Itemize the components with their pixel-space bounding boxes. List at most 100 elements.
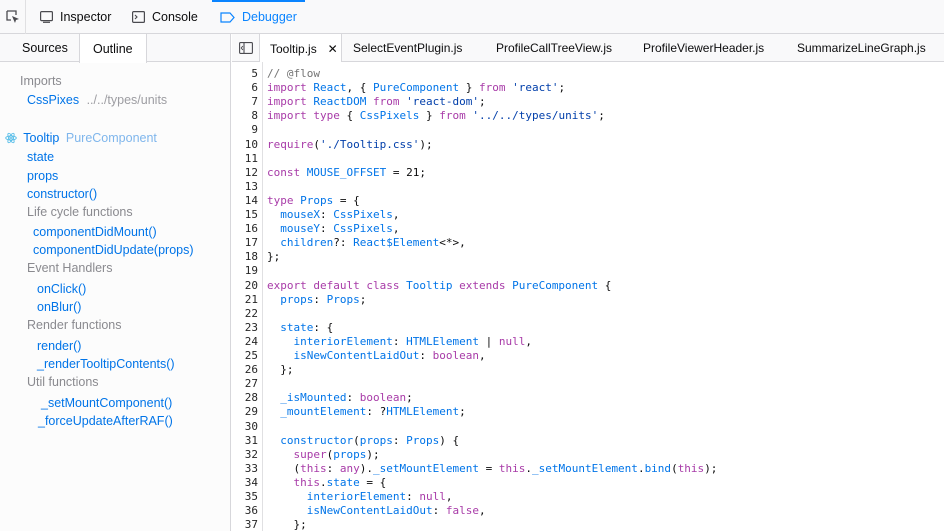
element-picker-button[interactable] (0, 0, 26, 34)
line-number[interactable]: 14 (230, 194, 258, 207)
sources-sidebar: Sources Outline Imports CssPixes ../../t… (0, 34, 231, 531)
line-number-gutter[interactable]: 5 6 7 8 9 10 11 12 13 14 15 16 17 18 19 20 21 22 23 24 25 26 2… (232, 62, 263, 531)
toggle-sidebar-button[interactable] (232, 34, 259, 62)
line-number[interactable]: 13 (230, 180, 258, 193)
code-line: constructor(props: Props) { (280, 433, 460, 447)
code-line: super(props); (293, 447, 380, 461)
close-icon[interactable]: ✕ (325, 41, 341, 57)
line-number[interactable]: 23 (230, 321, 258, 334)
line-number[interactable]: 37 (230, 518, 258, 531)
code-line: interiorElement: HTMLElement | null, (293, 334, 532, 348)
code-editor[interactable]: 5 6 7 8 9 10 11 12 13 14 15 16 17 18 19 20 21 22 23 24 25 26 2… (232, 62, 944, 531)
line-number[interactable]: 18 (230, 250, 258, 263)
line-number[interactable]: 25 (230, 349, 258, 362)
line-number[interactable]: 6 (230, 81, 258, 94)
react-icon (5, 132, 17, 147)
code-line: children?: React$Element<*>, (280, 236, 466, 250)
tab-outline[interactable]: Outline (79, 34, 147, 63)
code-line: this.state = { (293, 475, 387, 489)
line-number[interactable]: 17 (230, 236, 258, 249)
code-line: import React, { PureComponent } from 're… (267, 81, 566, 95)
line-number[interactable]: 10 (230, 138, 258, 151)
code-line: _isMounted: boolean; (280, 391, 413, 405)
outline-item-forceupdateafterraf[interactable]: _forceUpdateAfterRAF() (38, 414, 173, 428)
line-number[interactable]: 24 (230, 335, 258, 348)
line-number[interactable]: 20 (230, 279, 258, 292)
line-number[interactable]: 9 (230, 123, 258, 136)
outline-item-componentdidupdate[interactable]: componentDidUpdate(props) (33, 243, 194, 257)
line-number[interactable]: 33 (230, 462, 258, 475)
imports-heading: Imports (20, 74, 62, 88)
line-number[interactable]: 19 (230, 264, 258, 277)
line-number[interactable]: 12 (230, 166, 258, 179)
source-tab-tooltip[interactable]: Tooltip.js ✕ (259, 34, 342, 63)
source-tab-label: SelectEventPlugin.js (353, 41, 463, 55)
outline-group-util: Util functions (27, 375, 99, 389)
tab-inspector[interactable]: Inspector (40, 0, 111, 34)
outline-item-onclick[interactable]: onClick() (37, 282, 86, 296)
tab-console-label: Console (152, 10, 198, 24)
line-number[interactable]: 31 (230, 434, 258, 447)
code-line: }; (280, 363, 294, 377)
line-number[interactable]: 30 (230, 420, 258, 433)
code-line: }; (267, 250, 281, 264)
tab-sources-label: Sources (22, 41, 68, 55)
source-tab-label: ProfileViewerHeader.js (643, 41, 765, 55)
code-line: isNewContentLaidOut: false, (306, 504, 486, 518)
code-line: const MOUSE_OFFSET = 21; (267, 165, 426, 179)
line-number[interactable]: 16 (230, 222, 258, 235)
outline-group-render: Render functions (27, 318, 122, 332)
line-number[interactable]: 36 (230, 504, 258, 517)
outline-group-lifecycle: Life cycle functions (27, 205, 133, 219)
line-number[interactable]: 34 (230, 476, 258, 489)
outline-item-constructor[interactable]: constructor() (27, 187, 97, 201)
code-line: interiorElement: null, (306, 490, 453, 503)
source-tab-label: SummarizeLineGraph.js (797, 41, 926, 55)
line-number[interactable]: 7 (230, 95, 258, 108)
code-line: import ReactDOM from 'react-dom'; (267, 95, 486, 109)
code-line: (this: any)._setMountElement = this._set… (293, 461, 718, 475)
outline-item-onblur[interactable]: onBlur() (37, 300, 81, 314)
code-line: export default class Tooltip extends Pur… (267, 278, 612, 292)
line-number[interactable]: 32 (230, 448, 258, 461)
console-icon (132, 11, 145, 23)
code-line: require('./Tooltip.css'); (267, 137, 433, 151)
tab-outline-label: Outline (93, 41, 133, 56)
line-number[interactable]: 21 (230, 293, 258, 306)
import-path: ../../types/units (86, 93, 168, 107)
code-line: mouseY: CssPixels, (280, 222, 400, 236)
line-number[interactable]: 35 (230, 490, 258, 503)
line-number[interactable]: 22 (230, 307, 258, 320)
tab-debugger-label: Debugger (242, 10, 297, 24)
source-tab-summarizelinegraph[interactable]: SummarizeLineGraph.js (797, 34, 926, 62)
line-number[interactable]: 26 (230, 363, 258, 376)
line-number[interactable]: 11 (230, 152, 258, 165)
element-picker-icon (5, 10, 19, 23)
line-number[interactable]: 5 (230, 67, 258, 80)
line-number[interactable]: 27 (230, 377, 258, 390)
code-line: mouseX: CssPixels, (280, 208, 400, 221)
tab-debugger[interactable]: Debugger (212, 0, 305, 34)
outline-group-event-handlers: Event Handlers (27, 261, 113, 275)
outline-item-setmountcomponent[interactable]: _setMountComponent() (41, 396, 172, 410)
tab-inspector-label: Inspector (60, 10, 112, 24)
outline-item-render[interactable]: render() (37, 339, 81, 353)
outline-item-props[interactable]: props (27, 169, 58, 183)
import-item[interactable]: CssPixes ../../types/units (27, 93, 167, 107)
outline-item-componentdidmount[interactable]: componentDidMount() (33, 225, 157, 239)
line-number[interactable]: 15 (230, 208, 258, 221)
line-number[interactable]: 28 (230, 391, 258, 404)
tab-console[interactable]: Console (132, 0, 198, 34)
source-tab-selecteventplugin[interactable]: SelectEventPlugin.js (353, 34, 462, 62)
outline-item-state[interactable]: state (27, 150, 54, 164)
source-tab-label: Tooltip.js (270, 41, 317, 56)
line-number[interactable]: 29 (230, 405, 258, 418)
source-tab-profileviewerheader[interactable]: ProfileViewerHeader.js (643, 34, 764, 62)
line-number[interactable]: 8 (230, 109, 258, 122)
class-parent: PureComponent (65, 131, 157, 145)
source-tab-profilecalltreeview[interactable]: ProfileCallTreeView.js (496, 34, 612, 62)
outline-item-rendertooltipcontents[interactable]: _renderTooltipContents() (37, 357, 175, 371)
class-item[interactable]: Tooltip PureComponent (5, 131, 157, 147)
tab-sources[interactable]: Sources (22, 34, 68, 62)
code-line: state: { (280, 320, 334, 334)
